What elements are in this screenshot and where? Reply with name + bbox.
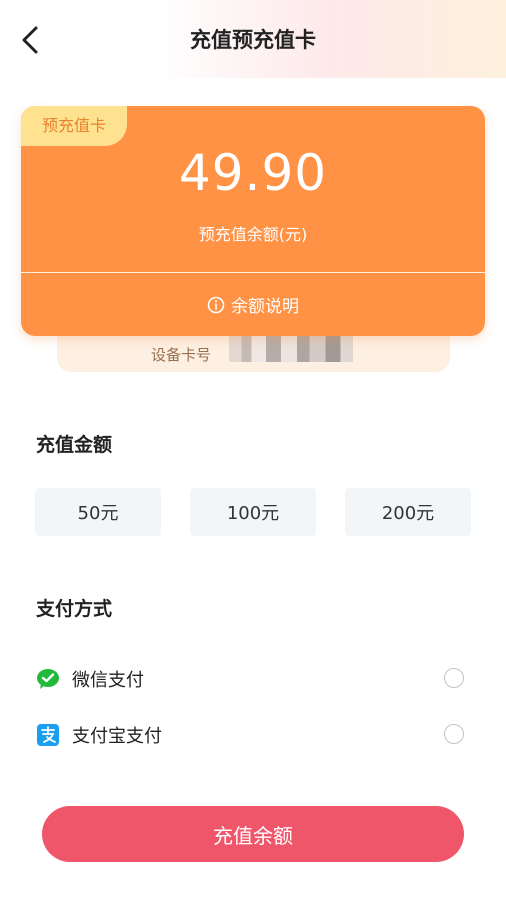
header-bar: 充值预充值卡 <box>0 0 506 78</box>
info-icon <box>207 296 225 313</box>
payment-option-wechat[interactable]: 微信支付 <box>36 659 466 699</box>
device-card-number-mosaic <box>229 334 353 362</box>
amount-option-50[interactable]: 50元 <box>35 488 161 536</box>
balance-info-label: 余额说明 <box>231 297 299 317</box>
card-tag: 预充值卡 <box>21 106 127 146</box>
card-divider <box>21 272 485 273</box>
prepaid-card: 预充值卡 49.90 预充值余额(元) 余额说明 <box>21 106 485 336</box>
recharge-amount-title: 充值金额 <box>36 434 113 456</box>
balance-amount: 49.90 <box>178 144 328 202</box>
amount-option-100[interactable]: 100元 <box>190 488 316 536</box>
recharge-balance-button[interactable]: 充值余额 <box>42 806 464 862</box>
balance-info-link[interactable]: 余额说明 <box>21 292 485 317</box>
payment-option-alipay[interactable]: 支付宝支付 <box>36 715 466 755</box>
payment-method-title: 支付方式 <box>36 598 113 620</box>
alipay-icon <box>37 724 59 746</box>
wechat-pay-label: 微信支付 <box>72 670 144 691</box>
wechat-pay-radio[interactable] <box>444 668 464 688</box>
balance-amount-label: 预充值余额(元) <box>198 225 308 244</box>
alipay-radio[interactable] <box>444 724 464 744</box>
page-title: 充值预充值卡 <box>190 28 316 52</box>
device-card-label: 设备卡号 <box>151 346 212 364</box>
wechat-pay-icon <box>37 669 59 689</box>
amount-option-200[interactable]: 200元 <box>345 488 471 536</box>
alipay-label: 支付宝支付 <box>72 726 162 747</box>
